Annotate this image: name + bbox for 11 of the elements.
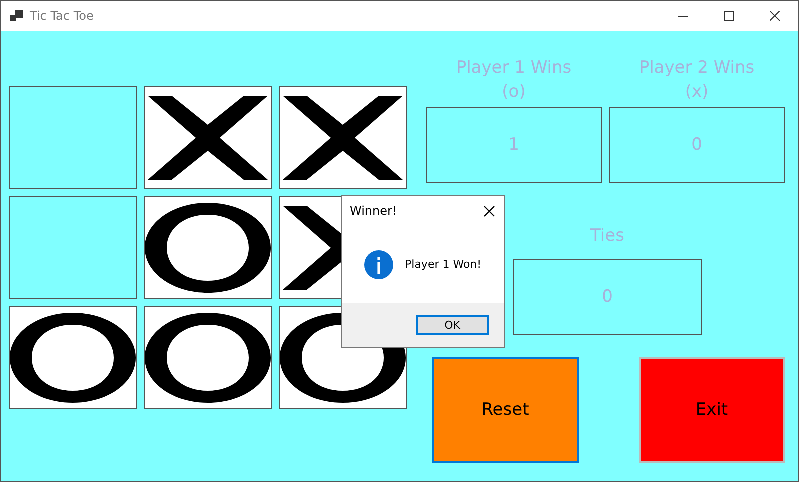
score-label: Player 2 Wins xyxy=(639,57,755,80)
score-box: 0 xyxy=(609,107,785,183)
ties-box: 0 xyxy=(513,259,702,335)
score-box: 1 xyxy=(426,107,602,183)
player-symbol: (x) xyxy=(685,81,709,104)
score-label: Player 1 Wins xyxy=(456,57,572,80)
dialog-message: Player 1 Won! xyxy=(405,258,482,271)
dialog-title: Winner! xyxy=(350,204,398,218)
window-title: Tic Tac Toe xyxy=(30,9,94,23)
ties-label: Ties xyxy=(590,225,624,248)
player-symbol: (o) xyxy=(502,81,526,104)
